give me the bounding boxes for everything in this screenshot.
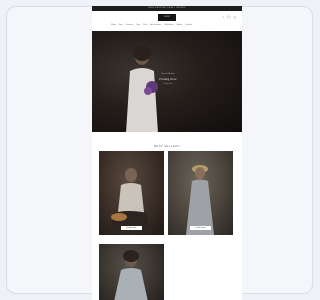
product-card[interactable]: Quick view xyxy=(99,151,164,235)
product-image[interactable]: Quick view xyxy=(99,151,164,235)
model-photo xyxy=(114,250,148,300)
hero-model-image xyxy=(126,45,158,132)
hero-title: Evening Glow xyxy=(159,77,177,81)
nav-item[interactable]: Shop xyxy=(111,24,116,26)
bag-icon[interactable]: ◻ xyxy=(234,15,237,19)
product-card[interactable]: Quick view xyxy=(168,151,233,235)
product-image[interactable]: Quick view xyxy=(168,151,233,235)
nav-item[interactable]: Contact xyxy=(185,24,192,26)
product-card[interactable] xyxy=(99,244,164,300)
nav-item[interactable]: Collections xyxy=(164,24,174,26)
nav-item[interactable]: New xyxy=(119,24,123,26)
model-photo xyxy=(186,165,214,235)
nav-item[interactable]: About xyxy=(177,24,182,26)
product-image[interactable] xyxy=(99,244,164,300)
store-page: FREE SHIPPING ON ALL ORDERS LOGO Shop Ne… xyxy=(92,6,242,300)
site-header: LOGO Shop New Dresses Tops Sets Accessor… xyxy=(92,11,242,31)
quick-view-button[interactable]: Quick view xyxy=(190,226,211,230)
header-actions: ⌕ ◯ ◻ xyxy=(222,15,236,19)
account-icon[interactable]: ◯ xyxy=(227,15,230,19)
nav-item[interactable]: Tops xyxy=(136,24,140,26)
hero-cta[interactable]: Shop now xyxy=(148,83,188,85)
nav-item[interactable]: Sets xyxy=(143,24,147,26)
main-nav: Shop New Dresses Tops Sets Accessories C… xyxy=(111,24,192,26)
quick-view-button[interactable]: Quick view xyxy=(121,226,142,230)
hero-copy: New Collection Evening Glow Shop now xyxy=(148,73,188,85)
hero-kicker: New Collection xyxy=(161,73,175,75)
search-icon[interactable]: ⌕ xyxy=(222,15,224,19)
section-title: BEST SELLERS xyxy=(154,144,180,148)
nav-item[interactable]: Accessories xyxy=(150,24,161,26)
nav-item[interactable]: Dresses xyxy=(126,24,133,26)
site-logo[interactable]: LOGO xyxy=(158,14,176,21)
model-photo xyxy=(111,168,149,231)
hero-banner[interactable]: New Collection Evening Glow Shop now xyxy=(92,31,242,132)
